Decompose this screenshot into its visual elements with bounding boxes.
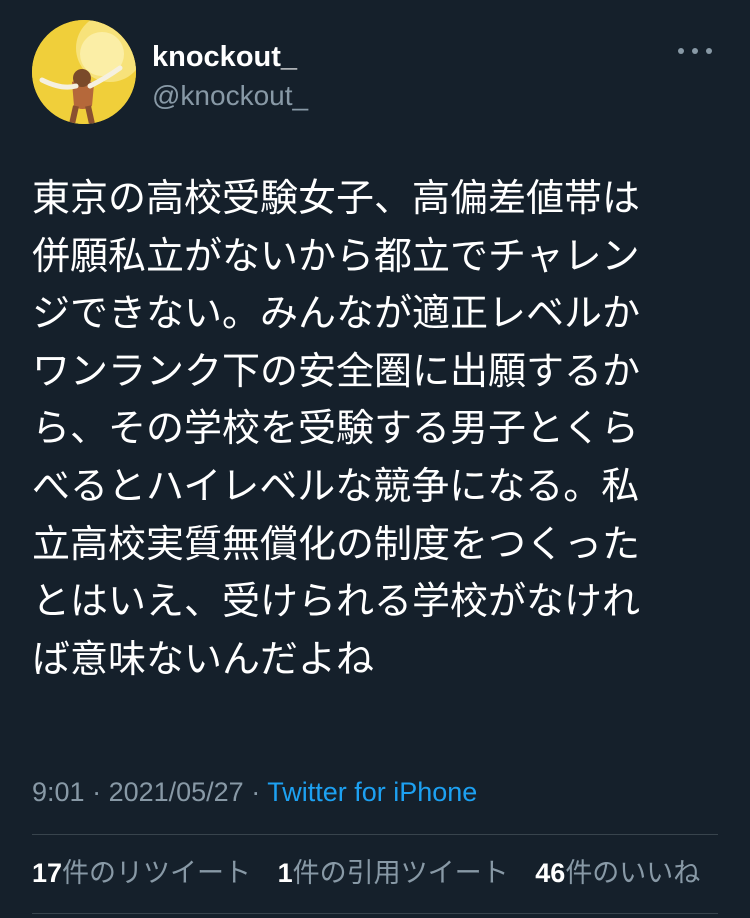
likes-label: 件のいいね [565,858,701,889]
more-dot [678,48,684,54]
retweets-label: 件のリツイート [62,858,252,889]
tweet-line: 併願私立がないから都立でチャレン [32,233,640,278]
more-dot [692,48,698,54]
tweet-line: ジできない。みんなが適正レベルか [32,291,641,336]
retweets-stat[interactable]: 17件のリツイート [32,858,251,889]
tweet-header: knockout_ @knockout_ [32,20,718,130]
avatar-image [32,20,136,124]
tweet-stats: 17件のリツイート 1件の引用ツイート 46件のいいね [32,855,718,892]
quotes-stat[interactable]: 1件の引用ツイート [278,858,509,889]
quotes-label: 件の引用ツイート [292,858,509,889]
tweet-time[interactable]: 9:01 [32,777,85,807]
tweet-source-link[interactable]: Twitter for iPhone [267,777,477,807]
tweet-meta: 9:01 · 2021/05/27 · Twitter for iPhone [32,774,477,810]
likes-count: 46 [535,858,566,888]
tweet-line: べるとハイレベルな競争になる。私 [32,463,640,508]
tweet-date[interactable]: 2021/05/27 [109,777,244,807]
tweet-line: ば意味ないんだよね [32,636,375,681]
divider [32,913,718,914]
likes-stat[interactable]: 46件のいいね [535,858,700,889]
user-handle[interactable]: @knockout_ [152,78,308,114]
retweets-count: 17 [32,858,63,888]
more-dot [706,48,712,54]
avatar[interactable] [32,20,136,124]
tweet-text: 東京の高校受験女子、高偏差値帯は 併願私立がないから都立でチャレン ジできない。… [32,170,722,688]
user-names: knockout_ @knockout_ [152,40,308,114]
tweet-line: とはいえ、受けられる学校がなけれ [32,579,641,624]
display-name[interactable]: knockout_ [152,40,308,74]
divider [32,834,718,835]
quotes-count: 1 [277,858,293,888]
tweet-line: ら、その学校を受験する男子とくら [32,406,639,451]
tweet-line: ワンランク下の安全圏に出願するか [32,348,641,393]
meta-separator: · [243,777,268,807]
meta-separator: · [84,777,109,807]
tweet-line: 東京の高校受験女子、高偏差値帯は [32,176,641,220]
more-horizontal-icon[interactable] [678,44,712,58]
tweet-line: 立高校実質無償化の制度をつくった [32,521,641,566]
